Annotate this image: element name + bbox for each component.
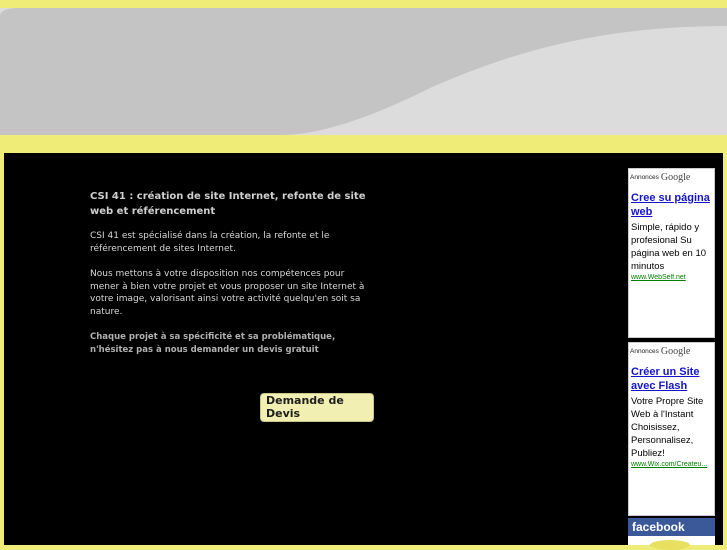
request-quote-button[interactable]: Demande de Devis [260,393,374,422]
ad-header-label: Annonces [630,347,659,355]
ad-link[interactable]: Créer un Site avec Flash [631,365,712,393]
ad-url[interactable]: www.Wix.com/Createu... [631,461,712,468]
intro-paragraph: CSI 41 est spécialisé dans la création, … [90,231,330,254]
ad-header: Annonces Google [629,343,714,359]
services-paragraph: Nous mettons à votre disposition nos com… [90,269,365,317]
intro-content: CSI 41 : création de site Internet, refo… [90,189,374,422]
google-ad-2: Annonces Google Créer un Site avec Flash… [628,342,715,516]
google-logo: Google [660,171,691,183]
ad-header-label: Annonces [630,173,659,181]
main-panel: CSI 41 : création de site Internet, refo… [4,153,723,545]
ad-url[interactable]: www.WebSelf.net [631,274,712,281]
google-ad-1: Annonces Google Cree su página web Simpl… [628,168,715,338]
header-wave [0,8,727,135]
devis-wrapper: Demande de Devis [260,393,374,422]
page-title: CSI 41 : création de site Internet, refo… [90,191,366,217]
ad-text: Simple, rápido y profesional Su página w… [631,222,707,272]
facebook-widget[interactable]: facebook [628,518,715,550]
google-logo: Google [660,345,691,357]
header-banner [0,8,727,135]
quote-paragraph: Chaque projet à sa spécificité et sa pro… [90,332,336,355]
top-band [0,0,727,8]
ad-link[interactable]: Cree su página web [631,191,712,219]
ad-text: Votre Propre Site Web à l'Instant Choisi… [631,396,704,459]
facebook-badge [650,540,690,550]
ad-header: Annonces Google [629,169,714,185]
facebook-logo[interactable]: facebook [628,518,715,536]
